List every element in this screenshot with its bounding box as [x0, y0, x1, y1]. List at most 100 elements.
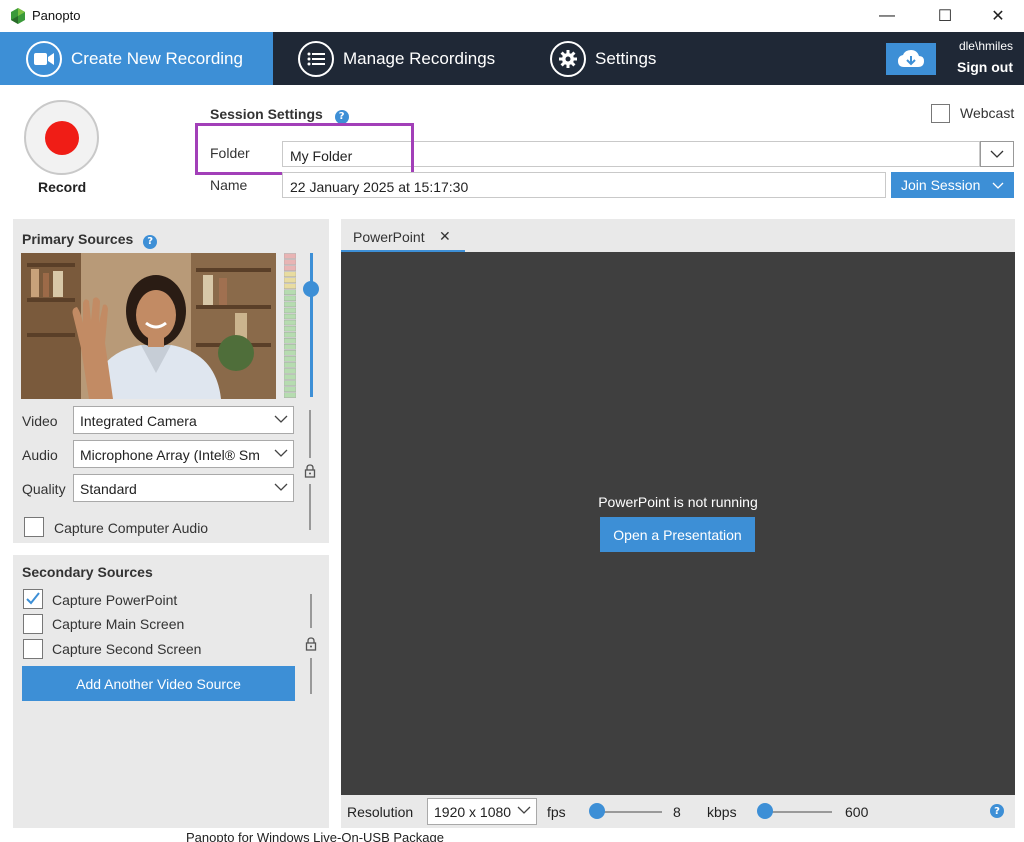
- title-bar: Panopto — ☐ ✕: [0, 0, 1024, 32]
- minimize-button[interactable]: —: [864, 0, 910, 32]
- resolution-select[interactable]: 1920 x 1080: [427, 798, 537, 825]
- meter-segment: [284, 259, 296, 265]
- help-icon[interactable]: ?: [990, 804, 1004, 818]
- kbps-slider[interactable]: [757, 803, 773, 819]
- kbps-label: kbps: [707, 804, 737, 820]
- meter-segment: [284, 301, 296, 308]
- meter-segment: [284, 392, 296, 398]
- tab-label: Manage Recordings: [343, 48, 496, 68]
- capture-powerpoint-label: Capture PowerPoint: [52, 592, 178, 608]
- meter-segment: [284, 368, 296, 374]
- tab-settings[interactable]: Settings: [550, 32, 656, 85]
- name-field[interactable]: 22 January 2025 at 15:17:30: [282, 172, 886, 198]
- meter-segment: [284, 386, 296, 392]
- meter-segment: [284, 356, 296, 362]
- record-button[interactable]: [24, 100, 99, 175]
- sign-out-link[interactable]: Sign out: [957, 59, 1013, 75]
- chevron-down-icon: [273, 446, 289, 460]
- capture-second-screen-label: Capture Second Screen: [52, 641, 202, 657]
- session-settings-title: Session Settings ?: [210, 106, 349, 124]
- chevron-down-icon: [990, 150, 1004, 158]
- meter-segment: [284, 253, 296, 259]
- tab-manage-recordings[interactable]: Manage Recordings: [298, 32, 495, 85]
- capture-computer-audio-checkbox[interactable]: [24, 517, 44, 537]
- help-icon[interactable]: ?: [334, 109, 349, 124]
- video-label: Video: [22, 413, 58, 429]
- maximize-button[interactable]: ☐: [922, 0, 968, 32]
- tab-label: Create New Recording: [71, 48, 243, 68]
- capture-main-screen-checkbox[interactable]: [23, 614, 43, 634]
- meter-segment: [284, 337, 296, 344]
- record-icon: [44, 120, 79, 155]
- tab-label: PowerPoint: [353, 229, 425, 245]
- tab-create-new-recording[interactable]: Create New Recording: [0, 32, 273, 85]
- webcast-checkbox[interactable]: [931, 104, 950, 123]
- meter-segment: [284, 325, 296, 332]
- gear-icon: [550, 40, 586, 77]
- fps-slider[interactable]: [589, 803, 605, 819]
- quality-select[interactable]: Standard: [73, 474, 294, 502]
- link-line: [310, 594, 312, 628]
- lock-icon[interactable]: [304, 464, 316, 478]
- chevron-down-icon: [273, 412, 289, 426]
- link-line: [309, 484, 311, 530]
- background-window-strip: Panopto for Windows Live-On-USB Package: [0, 828, 1024, 842]
- video-source-select[interactable]: Integrated Camera: [73, 406, 294, 434]
- fps-value: 8: [673, 804, 681, 820]
- powerpoint-status: PowerPoint is not running: [598, 494, 758, 510]
- join-session-button[interactable]: Join Session: [891, 172, 1014, 198]
- webcast-label: Webcast: [960, 105, 1015, 121]
- folder-highlight-box: [195, 123, 414, 175]
- chevron-down-icon: [273, 480, 289, 494]
- meter-segment: [284, 331, 296, 338]
- resolution-label: Resolution: [347, 804, 414, 820]
- link-line: [310, 658, 312, 694]
- meter-segment: [284, 319, 296, 326]
- fps-label: fps: [547, 804, 566, 820]
- meter-segment: [284, 380, 296, 386]
- meter-segment: [284, 307, 296, 314]
- capture-powerpoint-checkbox[interactable]: [23, 589, 43, 609]
- cloud-upload-button[interactable]: [886, 43, 936, 75]
- lock-icon[interactable]: [305, 637, 317, 651]
- checkmark-icon: [26, 592, 40, 605]
- meter-segment: [284, 295, 296, 302]
- record-label: Record: [38, 179, 87, 195]
- audio-source-select[interactable]: Microphone Array (Intel® Sm: [73, 440, 294, 468]
- audio-level-meter: [284, 253, 296, 398]
- open-presentation-button[interactable]: Open a Presentation: [600, 517, 755, 552]
- capture-computer-audio-label: Capture Computer Audio: [54, 520, 209, 536]
- meter-segment: [284, 313, 296, 320]
- close-icon[interactable]: ✕: [439, 228, 451, 245]
- list-icon: [298, 40, 334, 77]
- primary-sources-title: Primary Sources ?: [22, 231, 158, 249]
- audio-gain-slider[interactable]: [303, 281, 319, 297]
- quality-label: Quality: [22, 481, 66, 497]
- meter-segment: [284, 283, 296, 289]
- panopto-logo-icon: [11, 8, 25, 24]
- kbps-value: 600: [845, 804, 869, 820]
- cloud-upload-icon: [898, 50, 924, 67]
- secondary-sources-title: Secondary Sources: [22, 564, 153, 580]
- capture-settings-bar: Resolution 1920 x 1080 fps 8 kbps 600 ?: [341, 795, 1015, 828]
- add-video-source-button[interactable]: Add Another Video Source: [22, 666, 295, 701]
- nav-bar: Create New Recording Manage Recordings S…: [0, 32, 1024, 85]
- folder-dropdown-button[interactable]: [980, 141, 1014, 167]
- meter-segment: [284, 271, 296, 277]
- user-name: dle\hmiles: [958, 39, 1013, 53]
- tab-label: Settings: [595, 48, 657, 68]
- help-icon[interactable]: ?: [143, 234, 158, 249]
- audio-label: Audio: [22, 447, 58, 463]
- close-button[interactable]: ✕: [975, 0, 1021, 32]
- capture-second-screen-checkbox[interactable]: [23, 639, 43, 659]
- meter-segment: [284, 265, 296, 271]
- meter-segment: [284, 277, 296, 283]
- meter-segment: [284, 350, 296, 356]
- background-text: Panopto for Windows Live-On-USB Package: [186, 830, 444, 842]
- meter-segment: [284, 289, 296, 295]
- meter-segment: [284, 374, 296, 380]
- meter-segment: [284, 362, 296, 368]
- camera-icon: [26, 40, 62, 77]
- chevron-down-icon: [992, 182, 1004, 189]
- tab-powerpoint[interactable]: PowerPoint ✕: [341, 222, 465, 252]
